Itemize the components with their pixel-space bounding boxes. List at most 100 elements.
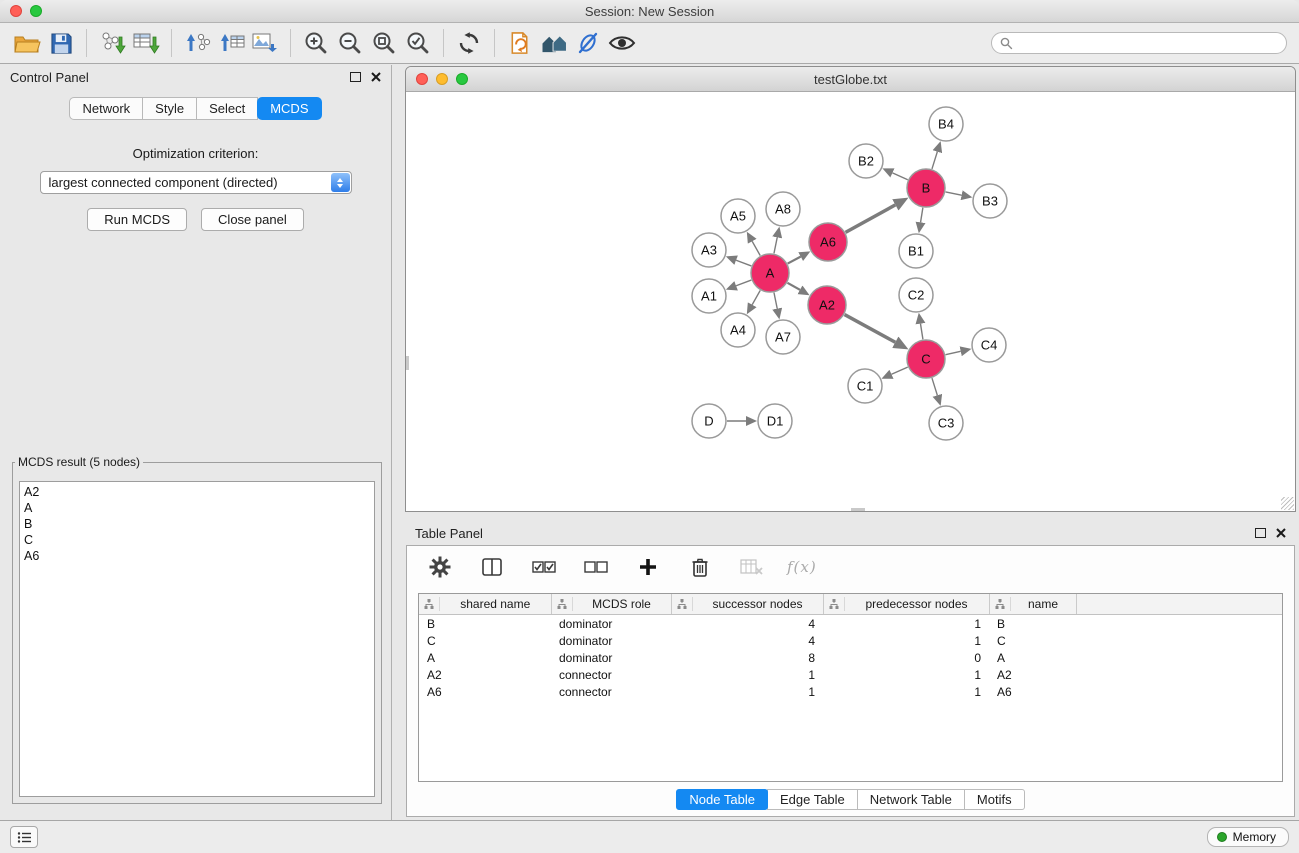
graph-edge-C-C1[interactable] bbox=[892, 367, 908, 374]
close-window-button[interactable] bbox=[10, 5, 22, 17]
float-panel-icon[interactable] bbox=[1255, 528, 1266, 538]
table-row[interactable]: Cdominator41C bbox=[419, 632, 1282, 649]
table-tab-motifs[interactable]: Motifs bbox=[964, 789, 1025, 810]
graph-node-A[interactable]: A bbox=[751, 254, 789, 292]
control-tab-mcds[interactable]: MCDS bbox=[257, 97, 321, 120]
table-tab-node-table[interactable]: Node Table bbox=[676, 789, 768, 810]
control-tab-network[interactable]: Network bbox=[69, 97, 143, 120]
add-column-button[interactable] bbox=[631, 551, 665, 583]
open-session-button[interactable] bbox=[10, 27, 44, 59]
import-table-button[interactable] bbox=[129, 27, 163, 59]
graph-node-A5[interactable]: A5 bbox=[721, 199, 755, 233]
save-session-button[interactable] bbox=[44, 27, 78, 59]
column-type-icon[interactable] bbox=[990, 597, 1011, 611]
export-table-button[interactable] bbox=[214, 27, 248, 59]
document-export-button[interactable] bbox=[503, 27, 537, 59]
zoom-in-button[interactable] bbox=[299, 27, 333, 59]
export-network-button[interactable] bbox=[180, 27, 214, 59]
graph-edge-B-B3[interactable] bbox=[946, 192, 962, 195]
graph-edge-C-C4[interactable] bbox=[946, 351, 961, 354]
export-image-button[interactable] bbox=[248, 27, 282, 59]
column-type-icon[interactable] bbox=[419, 597, 440, 611]
zoom-fit-button[interactable] bbox=[367, 27, 401, 59]
refresh-button[interactable] bbox=[452, 27, 486, 59]
graph-node-B1[interactable]: B1 bbox=[899, 234, 933, 268]
graph-edge-B-B4[interactable] bbox=[932, 152, 937, 169]
table-tab-network-table[interactable]: Network Table bbox=[857, 789, 965, 810]
table-tab-edge-table[interactable]: Edge Table bbox=[767, 789, 858, 810]
criterion-dropdown[interactable]: largest connected component (directed) bbox=[40, 171, 352, 194]
graph-node-A6[interactable]: A6 bbox=[809, 223, 847, 261]
select-all-rows-button[interactable] bbox=[527, 551, 561, 583]
graph-node-C4[interactable]: C4 bbox=[972, 328, 1006, 362]
network-graph[interactable]: B4B2BB3A5A8A6A3B1AA1C2A2A4A7C4CC1C3DD1 bbox=[406, 92, 1293, 511]
zoom-out-button[interactable] bbox=[333, 27, 367, 59]
zoom-selected-button[interactable] bbox=[401, 27, 435, 59]
hide-selected-button[interactable] bbox=[571, 27, 605, 59]
graph-edge-B-B2[interactable] bbox=[892, 173, 907, 180]
network-window-titlebar[interactable]: testGlobe.txt bbox=[406, 67, 1295, 92]
close-panel-button[interactable]: Close panel bbox=[201, 208, 304, 231]
graph-node-C1[interactable]: C1 bbox=[848, 369, 882, 403]
graph-edge-A-A8[interactable] bbox=[774, 237, 777, 253]
task-history-button[interactable] bbox=[10, 826, 38, 848]
graph-edge-A-A4[interactable] bbox=[752, 290, 760, 304]
graph-edge-A-A6[interactable] bbox=[788, 257, 801, 264]
graph-edge-A-A2[interactable] bbox=[787, 283, 800, 290]
column-type-icon[interactable] bbox=[824, 597, 845, 611]
node-table-container[interactable]: shared nameMCDS rolesuccessor nodesprede… bbox=[418, 593, 1283, 782]
column-type-icon[interactable] bbox=[552, 597, 573, 611]
graph-edge-A-A7[interactable] bbox=[774, 293, 777, 309]
mcds-result-list[interactable]: A2ABCA6 bbox=[19, 481, 375, 797]
network-canvas[interactable]: B4B2BB3A5A8A6A3B1AA1C2A2A4A7C4CC1C3DD1 bbox=[406, 92, 1295, 511]
column-header-predecessor-nodes[interactable]: predecessor nodes bbox=[823, 594, 989, 615]
deselect-all-rows-button[interactable] bbox=[579, 551, 613, 583]
table-row[interactable]: Adominator80A bbox=[419, 649, 1282, 666]
control-tab-select[interactable]: Select bbox=[196, 97, 258, 120]
graph-node-A2[interactable]: A2 bbox=[808, 286, 846, 324]
column-header-MCDS-role[interactable]: MCDS role bbox=[551, 594, 671, 615]
graph-node-A7[interactable]: A7 bbox=[766, 320, 800, 354]
column-header-shared-name[interactable]: shared name bbox=[419, 594, 551, 615]
table-row[interactable]: A2connector11A2 bbox=[419, 666, 1282, 683]
graph-node-A4[interactable]: A4 bbox=[721, 313, 755, 347]
graph-node-B[interactable]: B bbox=[907, 169, 945, 207]
column-type-icon[interactable] bbox=[672, 597, 693, 611]
search-input[interactable] bbox=[991, 32, 1287, 54]
graph-node-C2[interactable]: C2 bbox=[899, 278, 933, 312]
home-button[interactable] bbox=[537, 27, 571, 59]
column-header-name[interactable]: name bbox=[989, 594, 1076, 615]
graph-node-A1[interactable]: A1 bbox=[692, 279, 726, 313]
table-row[interactable]: Bdominator41B bbox=[419, 615, 1282, 633]
show-columns-button[interactable] bbox=[475, 551, 509, 583]
graph-node-B2[interactable]: B2 bbox=[849, 144, 883, 178]
table-row[interactable]: A6connector11A6 bbox=[419, 683, 1282, 700]
graph-node-B4[interactable]: B4 bbox=[929, 107, 963, 141]
run-mcds-button[interactable]: Run MCDS bbox=[87, 208, 187, 231]
graph-node-C3[interactable]: C3 bbox=[929, 406, 963, 440]
column-header-successor-nodes[interactable]: successor nodes bbox=[671, 594, 823, 615]
graph-edge-C-C3[interactable] bbox=[932, 378, 937, 395]
graph-edge-B-B1[interactable] bbox=[921, 208, 923, 223]
show-hide-button[interactable] bbox=[605, 27, 639, 59]
graph-edge-A-A1[interactable] bbox=[736, 280, 751, 286]
fullscreen-window-button[interactable] bbox=[30, 5, 42, 17]
graph-node-C[interactable]: C bbox=[907, 340, 945, 378]
graph-edge-A2-C[interactable] bbox=[845, 315, 896, 343]
graph-edge-A6-B[interactable] bbox=[846, 205, 896, 232]
delete-column-button[interactable] bbox=[683, 551, 717, 583]
close-network-window-button[interactable] bbox=[416, 73, 428, 85]
graph-node-A8[interactable]: A8 bbox=[766, 192, 800, 226]
table-settings-button[interactable] bbox=[423, 551, 457, 583]
control-tab-style[interactable]: Style bbox=[142, 97, 197, 120]
close-panel-icon[interactable] bbox=[1276, 528, 1286, 538]
float-panel-icon[interactable] bbox=[350, 72, 361, 82]
graph-node-D[interactable]: D bbox=[692, 404, 726, 438]
memory-button[interactable]: Memory bbox=[1207, 827, 1289, 847]
graph-edge-C-C2[interactable] bbox=[920, 324, 922, 340]
zoom-network-window-button[interactable] bbox=[456, 73, 468, 85]
import-network-button[interactable] bbox=[95, 27, 129, 59]
graph-node-A3[interactable]: A3 bbox=[692, 233, 726, 267]
graph-node-D1[interactable]: D1 bbox=[758, 404, 792, 438]
close-panel-icon[interactable] bbox=[371, 72, 381, 82]
